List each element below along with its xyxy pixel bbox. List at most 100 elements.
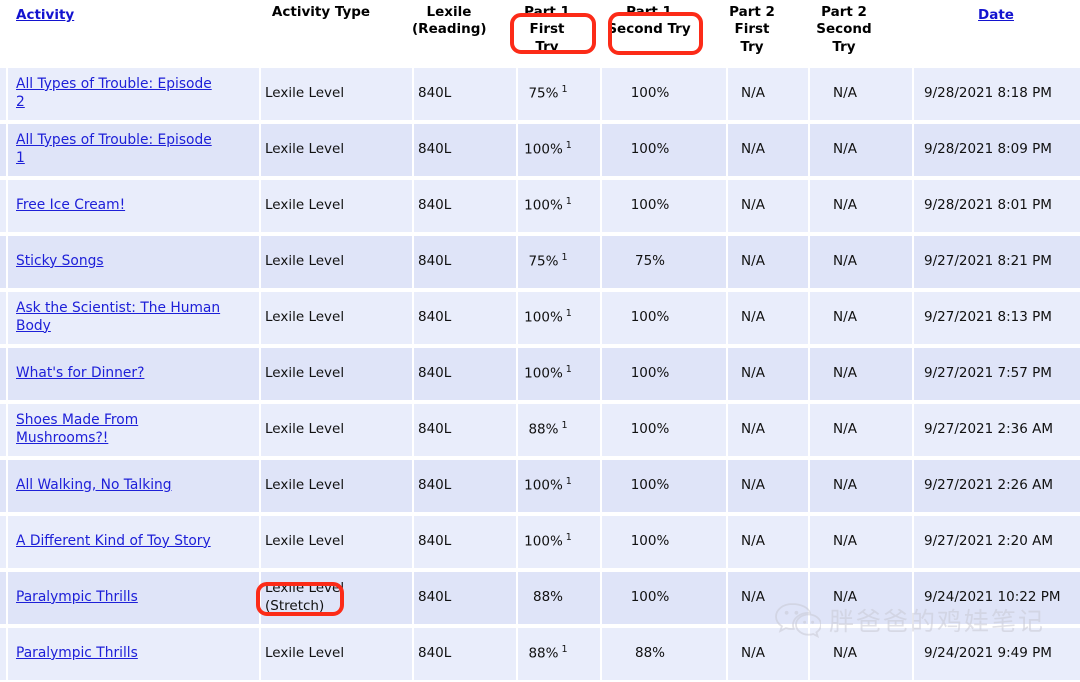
row-spacer-5: [698, 121, 726, 178]
activity-link[interactable]: Sticky Songs: [16, 253, 104, 269]
row-spacer-1: [228, 289, 259, 346]
activity-link[interactable]: Ask the Scientist: The Human Body: [16, 300, 220, 334]
column-header-part1-second-try-line2: Second Try: [607, 21, 691, 38]
table-row: All Types of Trouble: Episode 2 Lexile Le…: [0, 65, 1080, 122]
cell-part1-first-try: 88%: [516, 569, 578, 626]
part2-second-try-value: N/A: [833, 253, 857, 270]
header-spacer-5: [698, 0, 726, 66]
column-header-part2-first-try-line1: Part 2: [729, 4, 775, 20]
cell-lexile: 840L: [412, 513, 486, 570]
table-row: All Types of Trouble: Episode 1 Lexile Le…: [0, 121, 1080, 178]
cell-activity[interactable]: A Different Kind of Toy Story: [8, 513, 228, 570]
sort-link-activity[interactable]: Activity: [16, 7, 74, 23]
cell-activity[interactable]: All Types of Trouble: Episode 2: [8, 65, 228, 122]
part2-first-try-value: N/A: [741, 309, 765, 326]
part1-first-try-value: 75%: [528, 253, 559, 270]
cell-activity[interactable]: All Types of Trouble: Episode 1: [8, 121, 228, 178]
cell-part2-second-try: N/A: [808, 121, 880, 178]
cell-lexile: 840L: [412, 65, 486, 122]
footnote-marker: 1: [561, 252, 568, 264]
column-header-part2-first-try: Part 2 First Try: [726, 0, 778, 66]
row-spacer-1: [228, 625, 259, 682]
column-header-activity[interactable]: Activity: [8, 0, 228, 66]
part1-first-try-value: 88%: [532, 589, 563, 606]
cell-activity-type: Lexile Level: [259, 345, 383, 402]
row-spacer-3: [486, 65, 516, 122]
table-header-row: Activity Activity Type Lexile (Reading) …: [0, 0, 1080, 66]
cell-part2-first-try: N/A: [726, 177, 778, 234]
row-spacer-5: [698, 457, 726, 514]
header-spacer-6: [778, 0, 808, 66]
lexile-value: 840L: [418, 253, 452, 270]
column-header-part2-first-try-line3: Try: [740, 38, 764, 55]
row-spacer-3: [486, 233, 516, 290]
part2-second-try-value: N/A: [833, 421, 857, 438]
activity-link[interactable]: All Types of Trouble: Episode 2: [16, 76, 212, 110]
activity-link[interactable]: Free Ice Cream!: [16, 197, 125, 213]
part1-second-try-value: 100%: [630, 85, 670, 102]
activity-link[interactable]: All Types of Trouble: Episode 1: [16, 132, 212, 166]
lexile-value: 840L: [418, 365, 452, 382]
activity-link[interactable]: A Different Kind of Toy Story: [16, 533, 211, 549]
row-spacer-2: [383, 569, 412, 626]
lexile-value: 840L: [418, 309, 452, 326]
lexile-value: 840L: [418, 533, 452, 550]
table-row: What's for Dinner? Lexile Level 840L 100% 1 1…: [0, 345, 1080, 402]
row-spacer-6: [778, 233, 808, 290]
column-header-date[interactable]: Date: [912, 0, 1080, 66]
part2-second-try-value: N/A: [833, 533, 857, 550]
activity-type-label: Lexile Level: [265, 533, 345, 550]
cell-activity[interactable]: What's for Dinner?: [8, 345, 228, 402]
cell-activity[interactable]: Free Ice Cream!: [8, 177, 228, 234]
lexile-value: 840L: [418, 645, 452, 662]
column-header-part1-first-try-line2: First Try: [529, 21, 565, 55]
row-spacer-3: [486, 625, 516, 682]
activity-type-label: Lexile Level: [265, 309, 345, 326]
row-spacer-3: [486, 289, 516, 346]
column-header-lexile-line1: Lexile: [426, 4, 472, 20]
row-spacer-7: [880, 625, 912, 682]
date-value: 9/24/2021 9:49 PM: [924, 645, 1052, 662]
part1-first-try-value: 88%: [528, 645, 559, 662]
row-spacer-5: [698, 233, 726, 290]
cell-activity[interactable]: Sticky Songs: [8, 233, 228, 290]
part1-second-try-value: 75%: [634, 253, 665, 270]
row-spacer-1: [228, 121, 259, 178]
cell-part1-second-try: 100%: [600, 345, 698, 402]
row-spacer-4: [578, 457, 600, 514]
cell-activity[interactable]: Ask the Scientist: The Human Body: [8, 289, 228, 346]
column-header-activity-type-label: Activity Type: [271, 4, 371, 20]
part1-first-try-value: 100%: [524, 533, 563, 550]
activity-link[interactable]: All Walking, No Talking: [16, 477, 172, 493]
cell-part2-first-try: N/A: [726, 289, 778, 346]
activity-link[interactable]: Paralympic Thrills: [16, 589, 138, 605]
activity-link[interactable]: What's for Dinner?: [16, 365, 144, 381]
table-row: Sticky Songs Lexile Level 840L 75% 1 75% N/A N/…: [0, 233, 1080, 290]
cell-date: 9/28/2021 8:01 PM: [912, 177, 1080, 234]
activity-link[interactable]: Paralympic Thrills: [16, 645, 138, 661]
cell-part2-first-try: N/A: [726, 625, 778, 682]
header-spacer-1: [228, 0, 259, 66]
cell-activity[interactable]: Paralympic Thrills: [8, 569, 228, 626]
activity-link[interactable]: Shoes Made From Mushrooms?!: [16, 412, 138, 446]
cell-activity[interactable]: Paralympic Thrills: [8, 625, 228, 682]
sort-link-date[interactable]: Date: [978, 7, 1014, 23]
cell-activity[interactable]: All Walking, No Talking: [8, 457, 228, 514]
cell-part1-second-try: 100%: [600, 289, 698, 346]
cell-activity-type: Lexile Level: [259, 457, 383, 514]
activity-report-table: Activity Activity Type Lexile (Reading) …: [0, 0, 1080, 682]
cell-lexile: 840L: [412, 401, 486, 458]
cell-activity[interactable]: Shoes Made From Mushrooms?!: [8, 401, 228, 458]
row-spacer-1: [228, 401, 259, 458]
row-spacer-7: [880, 65, 912, 122]
activity-type-label: Lexile Level: [265, 365, 345, 382]
header-spacer-3: [486, 0, 516, 66]
cell-lexile: 840L: [412, 345, 486, 402]
row-spacer-7: [880, 121, 912, 178]
lexile-value: 840L: [418, 589, 452, 606]
part1-first-try-value: 100%: [524, 197, 563, 214]
cell-part2-second-try: N/A: [808, 233, 880, 290]
part2-second-try-value: N/A: [833, 197, 857, 214]
row-spacer-7: [880, 345, 912, 402]
cell-date: 9/27/2021 2:26 AM: [912, 457, 1080, 514]
